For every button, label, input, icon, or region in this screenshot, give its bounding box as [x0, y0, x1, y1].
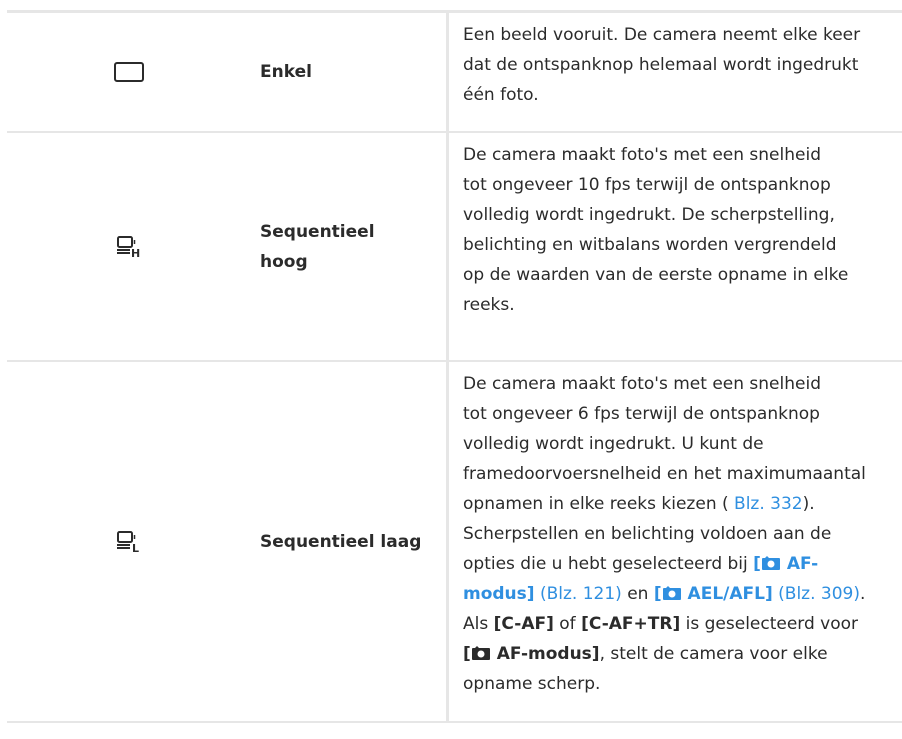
icon-cell: H	[7, 133, 250, 360]
table-row: L Sequentieel laag De camera maakt foto'…	[7, 362, 902, 723]
page-link-121[interactable]: (Blz. 121)	[540, 584, 622, 604]
bracket: [	[653, 584, 662, 604]
svg-text:H: H	[131, 247, 140, 258]
description-text: Een beeld vooruit. De camera neemt elke …	[463, 25, 861, 105]
text-span: is geselecteerd voor	[685, 614, 859, 634]
option-c-af-tr: [C-AF+TR]	[581, 614, 681, 634]
menu-label: AEL/AFL]	[681, 584, 773, 604]
text-span: en	[621, 584, 654, 604]
mode-name: Sequentieel hoog	[250, 133, 446, 360]
camera-icon	[662, 586, 681, 600]
mode-description: De camera maakt foto's met een snelheid …	[446, 133, 902, 360]
mode-description: Een beeld vooruit. De camera neemt elke …	[446, 13, 902, 131]
mode-name: Enkel	[260, 62, 312, 82]
camera-icon	[761, 556, 780, 570]
table-row: H Sequentieel hoog De camera maakt foto'…	[7, 133, 902, 362]
table-row: Enkel Een beeld vooruit. De camera neemt…	[7, 13, 902, 133]
menu-label: AF-modus]	[490, 644, 600, 664]
page-link-309[interactable]: (Blz. 309)	[778, 584, 860, 604]
text-span: De camera maakt foto's met een snelheid …	[463, 374, 866, 514]
bracket: [	[463, 644, 471, 664]
camera-icon	[471, 646, 490, 660]
description-text: De camera maakt foto's met een snelheid …	[463, 374, 866, 694]
drive-mode-table: Enkel Een beeld vooruit. De camera neemt…	[7, 10, 902, 723]
description-text: De camera maakt foto's met een snelheid …	[463, 145, 849, 315]
svg-text:L: L	[132, 542, 139, 553]
mode-name-text: Sequentieel hoog	[260, 221, 375, 272]
text-span: of	[553, 614, 582, 634]
icon-cell: L	[7, 362, 250, 721]
mode-name: Sequentieel laag	[260, 531, 422, 552]
option-c-af: [C-AF]	[493, 614, 554, 634]
sequential-low-icon: L	[116, 530, 139, 553]
af-mode-menu-ref: [ AF-modus]	[463, 644, 600, 664]
mode-description: De camera maakt foto's met een snelheid …	[446, 362, 902, 721]
icon-cell	[7, 13, 250, 131]
single-frame-icon	[113, 62, 144, 82]
sequential-high-icon: H	[116, 235, 140, 258]
page-link-332[interactable]: Blz. 332	[734, 494, 803, 514]
bracket: [	[753, 554, 761, 574]
ael-afl-menu-link[interactable]: [ AEL/AFL]	[654, 584, 773, 604]
